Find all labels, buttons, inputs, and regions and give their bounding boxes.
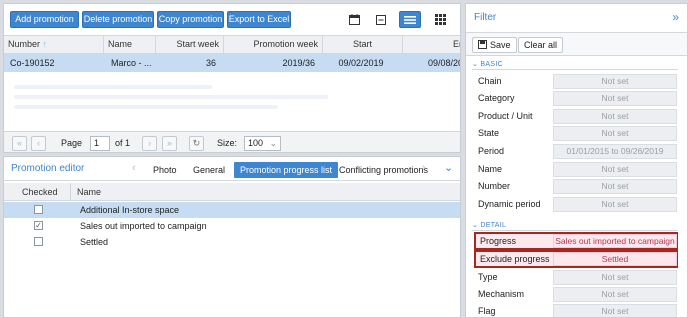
flag-field[interactable]: Not set	[553, 304, 677, 317]
filter-row-state: State Not set	[472, 125, 678, 142]
cell-name: Marco - ...	[111, 58, 152, 68]
chevron-down-icon: ⌄	[472, 61, 479, 68]
header-number[interactable]: Number ↑	[4, 36, 104, 53]
progress-name: Settled	[80, 237, 109, 247]
checkbox[interactable]	[34, 205, 43, 214]
grid-toolbar: Add promotion Delete promotion Copy prom…	[4, 4, 460, 34]
section-detail[interactable]: ⌄ DETAIL	[472, 221, 506, 229]
page-count-label: of 1	[115, 138, 131, 148]
tab-photo[interactable]: Photo	[153, 162, 177, 178]
tabs-scroll-left-icon[interactable]: ‹	[132, 162, 136, 174]
cell-start-week: 36	[205, 58, 216, 68]
list-item[interactable]: ✓ Sales out imported to campaign	[4, 218, 460, 234]
checkbox-checked[interactable]: ✓	[34, 221, 43, 230]
collapse-filter-icon[interactable]: »	[672, 10, 679, 24]
filter-row-exclude-progress: Exclude progress Settled	[474, 250, 678, 268]
type-field[interactable]: Not set	[553, 270, 677, 285]
mechanism-field[interactable]: Not set	[553, 287, 677, 302]
header-checked[interactable]: Checked	[18, 183, 62, 201]
page-number-input[interactable]: 1	[90, 136, 110, 151]
cell-promotion-week: 2019/36	[282, 58, 315, 68]
grid-view-icon[interactable]	[429, 11, 451, 28]
chevron-down-icon: ⌄	[269, 138, 277, 148]
progress-name: Sales out imported to campaign	[80, 221, 207, 231]
last-page-icon[interactable]: »	[162, 136, 177, 151]
filter-row-flag: Flag Not set	[472, 303, 678, 317]
export-to-excel-button[interactable]: Export to Excel	[227, 11, 291, 28]
delete-promotion-button[interactable]: Delete promotion	[82, 11, 154, 28]
filter-row-number: Number Not set	[472, 178, 678, 195]
name-field[interactable]: Not set	[553, 162, 677, 177]
header-promotion-week[interactable]: Promotion week	[224, 36, 323, 53]
checkbox[interactable]	[34, 237, 43, 246]
collapse-view-icon[interactable]	[370, 11, 392, 28]
filter-row-product: Product / Unit Not set	[472, 108, 678, 125]
cell-start: 09/02/2019	[338, 58, 384, 68]
list-item[interactable]: Additional In-store space	[4, 202, 460, 218]
list-view-icon[interactable]	[399, 11, 421, 28]
cell-end: 09/08/20	[428, 58, 461, 68]
promotions-panel: Add promotion Delete promotion Copy prom…	[3, 3, 461, 153]
add-promotion-button[interactable]: Add promotion	[10, 11, 79, 28]
filter-row-name: Name Not set	[472, 161, 678, 178]
prev-page-icon[interactable]: ‹	[31, 136, 46, 151]
header-name[interactable]: Name	[104, 36, 156, 53]
header-progress-name[interactable]: Name	[73, 183, 105, 201]
chevron-down-icon: ⌄	[472, 222, 479, 229]
table-row[interactable]: Co-190152 Marco - ... 36 2019/36 09/02/2…	[4, 54, 460, 72]
dynamic-period-field[interactable]: Not set	[553, 197, 677, 212]
page-label: Page	[61, 138, 83, 148]
category-field[interactable]: Not set	[553, 91, 677, 106]
first-page-icon[interactable]: «	[12, 136, 27, 151]
filter-row-mechanism: Mechanism Not set	[472, 286, 678, 303]
editor-header: Promotion editor ‹ Photo General Promoti…	[4, 157, 460, 181]
state-field[interactable]: Not set	[553, 126, 677, 141]
save-filter-button[interactable]: Save	[472, 37, 517, 53]
progress-name: Additional In-store space	[80, 205, 180, 215]
filter-panel: Filter » Save Clear all ⌄ BASIC Chain Not…	[465, 3, 688, 318]
pagination-bar: « ‹ Page 1 of 1 › » ↻ Size: 100 ⌄	[4, 131, 460, 152]
size-label: Size:	[217, 138, 238, 148]
cell-number: Co-190152	[10, 58, 55, 68]
list-item[interactable]: Settled	[4, 234, 460, 250]
exclude-progress-field[interactable]: Settled	[553, 252, 677, 266]
filter-title: Filter	[474, 12, 497, 23]
header-end[interactable]: End	[403, 36, 460, 53]
blurred-content	[14, 79, 344, 124]
tab-promotion-progress-list[interactable]: Promotion progress list	[234, 162, 339, 178]
filter-toolbar: Save Clear all	[466, 32, 687, 56]
filter-row-progress: Progress Sales out imported to campaign	[474, 232, 678, 250]
number-field[interactable]: Not set	[553, 179, 677, 194]
filter-row-period: Period 01/01/2015 to 09/26/2019	[472, 143, 678, 160]
progress-grid-header: Checked Name	[4, 183, 460, 201]
filter-row-dynamic-period: Dynamic period Not set	[472, 196, 678, 213]
promotion-editor-panel: Promotion editor ‹ Photo General Promoti…	[3, 156, 461, 318]
tab-conflicting-promotions[interactable]: Conflicting promotions	[339, 162, 428, 178]
tab-general[interactable]: General	[193, 162, 225, 178]
header-start[interactable]: Start	[323, 36, 403, 53]
filter-row-chain: Chain Not set	[472, 73, 678, 90]
period-field[interactable]: 01/01/2015 to 09/26/2019	[553, 144, 677, 159]
page-size-select[interactable]: 100 ⌄	[244, 136, 281, 151]
refresh-icon[interactable]: ↻	[189, 136, 204, 151]
clear-all-button[interactable]: Clear all	[518, 37, 564, 53]
progress-field[interactable]: Sales out imported to campaign	[553, 234, 677, 248]
save-icon	[478, 40, 487, 49]
tabs-scroll-right-icon[interactable]: ›	[422, 162, 426, 174]
filter-row-type: Type Not set	[472, 269, 678, 286]
filter-row-category: Category Not set	[472, 90, 678, 107]
copy-promotion-button[interactable]: Copy promotion	[157, 11, 224, 28]
calendar-view-icon[interactable]	[343, 11, 365, 28]
sort-asc-icon: ↑	[42, 39, 48, 49]
header-start-week[interactable]: Start week	[156, 36, 224, 53]
grid-header: Number ↑ Name Start week Promotion week …	[4, 35, 460, 54]
collapse-editor-icon[interactable]: ⌄	[444, 161, 453, 174]
next-page-icon[interactable]: ›	[142, 136, 157, 151]
chain-field[interactable]: Not set	[553, 74, 677, 89]
product-field[interactable]: Not set	[553, 109, 677, 124]
section-basic[interactable]: ⌄ BASIC	[472, 60, 503, 68]
editor-title: Promotion editor	[11, 163, 85, 174]
